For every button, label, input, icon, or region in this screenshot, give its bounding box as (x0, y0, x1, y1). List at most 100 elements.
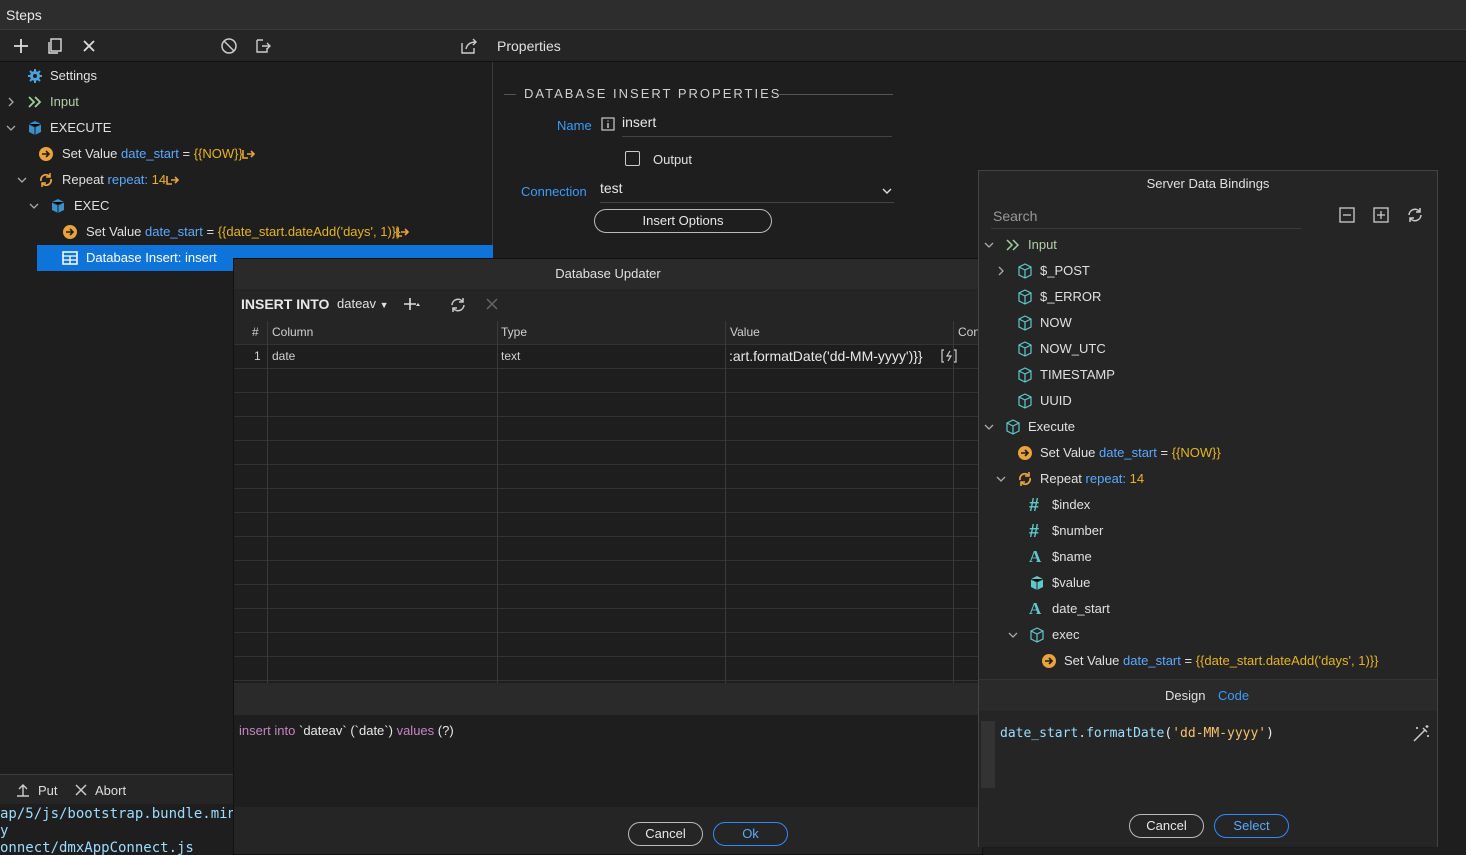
expression-editor[interactable]: date_start.formatDate('dd-MM-yyyy') (1000, 726, 1274, 741)
expand-all-icon[interactable] (1372, 206, 1390, 224)
table-row (234, 465, 984, 489)
chevron-down-icon[interactable] (17, 175, 27, 185)
binding-label: exec (1052, 627, 1080, 642)
ok-button[interactable]: Ok (713, 822, 788, 846)
close-icon[interactable] (74, 783, 88, 797)
tree-item-input[interactable]: Input (0, 89, 493, 115)
dialog-title: Database Updater (234, 259, 982, 289)
dynamic-data-icon[interactable] (941, 348, 957, 364)
object-icon (1017, 341, 1033, 357)
binding-uuid[interactable]: UUID (979, 388, 1437, 414)
select-button[interactable]: Select (1214, 814, 1289, 838)
binding-value[interactable]: $value (979, 570, 1437, 596)
binding-timestamp[interactable]: TIMESTAMP (979, 362, 1437, 388)
name-input[interactable]: insert (622, 114, 892, 137)
table-row (234, 561, 984, 585)
add-icon[interactable] (10, 35, 32, 57)
disable-icon[interactable] (218, 35, 240, 57)
abort-button[interactable]: Abort (95, 783, 126, 798)
tree-item-repeat[interactable]: Repeat repeat: 14 (0, 167, 493, 193)
binding-repeat[interactable]: Repeat repeat: 14 (979, 466, 1437, 492)
table-row (234, 513, 984, 537)
binding-label: NOW (1040, 315, 1072, 330)
tree-label-exec: EXEC (74, 198, 110, 213)
delete-icon[interactable] (485, 297, 499, 311)
tree-item-setvalue-2[interactable]: Set Value date_start = {{date_start.date… (0, 219, 493, 245)
chevron-down-icon[interactable] (6, 123, 16, 133)
hash-icon: # (1029, 495, 1040, 515)
chevron-right-icon[interactable] (6, 97, 16, 107)
close-icon[interactable] (78, 35, 100, 57)
cancel-button[interactable]: Cancel (1129, 814, 1204, 838)
connection-value: test (600, 180, 623, 196)
add-column-icon[interactable] (403, 296, 421, 314)
grid-divider (953, 321, 954, 683)
object-icon (1029, 575, 1045, 591)
tab-design[interactable]: Design (1165, 688, 1205, 703)
cancel-button[interactable]: Cancel (628, 822, 703, 846)
binding-number[interactable]: # $number (979, 518, 1437, 544)
binding-now[interactable]: NOW (979, 310, 1437, 336)
bottom-toolbar: Put Abort (0, 774, 233, 804)
binding-execute[interactable]: Execute (979, 414, 1437, 440)
binding-post[interactable]: $_POST (979, 258, 1437, 284)
binding-exec[interactable]: exec (979, 622, 1437, 648)
binding-label: $number (1052, 523, 1104, 538)
tree-item-setvalue-1[interactable]: Set Value date_start = {{NOW}} (0, 141, 493, 167)
insert-options-button[interactable]: Insert Options (594, 209, 772, 233)
binding-name[interactable]: A $name (979, 544, 1437, 570)
output-checkbox[interactable] (625, 151, 640, 166)
connection-select[interactable]: test (600, 180, 894, 203)
upload-icon[interactable] (16, 783, 30, 797)
chevron-down-icon[interactable] (29, 201, 39, 211)
tree-label-repeat: Repeat repeat: 14 (62, 172, 167, 187)
table-row (234, 489, 984, 513)
collapse-all-icon[interactable] (1338, 206, 1356, 224)
output-arrow-icon (396, 225, 412, 241)
refresh-icon[interactable] (1405, 205, 1425, 225)
binding-label: TIMESTAMP (1040, 367, 1115, 382)
grid-divider (497, 321, 498, 683)
tree-item-settings[interactable]: Settings (0, 63, 493, 89)
row-column: date (272, 349, 296, 363)
setvalue-icon (1017, 445, 1033, 461)
row-value[interactable]: :art.formatDate('dd-MM-yyyy')}} (729, 348, 944, 364)
search-input[interactable]: Search (991, 203, 1301, 229)
row-index: 1 (254, 349, 261, 363)
chevron-down-icon[interactable] (984, 422, 994, 432)
binding-setvalue-2[interactable]: Set Value date_start = {{date_start.date… (979, 648, 1437, 674)
binding-input[interactable]: Input (979, 232, 1437, 258)
box-icon (50, 198, 66, 214)
binding-label: date_start (1052, 601, 1110, 616)
chevron-down-icon[interactable] (1008, 630, 1018, 640)
put-button[interactable]: Put (38, 783, 58, 798)
chevron-down-icon[interactable] (996, 474, 1006, 484)
copy-icon[interactable] (44, 35, 66, 57)
tab-code[interactable]: Code (1218, 688, 1249, 703)
table-row (234, 537, 984, 561)
refresh-icon[interactable] (448, 295, 468, 315)
binding-label: $index (1052, 497, 1091, 512)
tree-item-execute[interactable]: EXECUTE (0, 115, 493, 141)
export-icon[interactable] (252, 35, 274, 57)
binding-index[interactable]: # $index (979, 492, 1437, 518)
chevron-down-icon[interactable] (984, 240, 994, 250)
share-icon[interactable] (458, 35, 480, 57)
table-row (234, 585, 984, 609)
chevron-right-icon[interactable] (996, 266, 1006, 276)
steps-titlebar: Steps (0, 0, 1466, 30)
binding-now-utc[interactable]: NOW_UTC (979, 336, 1437, 362)
tree-item-exec[interactable]: EXEC (0, 193, 493, 219)
binding-error[interactable]: $_ERROR (979, 284, 1437, 310)
text-icon: A (1029, 547, 1042, 566)
chevron-down-icon (882, 186, 892, 196)
output-label: Output (653, 152, 693, 167)
code-line: ap/5/js/bootstrap.bundle.min.j (0, 806, 233, 822)
setvalue-icon (38, 146, 54, 162)
binding-date-start[interactable]: A date_start (979, 596, 1437, 622)
table-row[interactable]: 1 date text :art.formatDate('dd-MM-yyyy'… (234, 345, 984, 369)
grid-footer (234, 683, 984, 715)
magic-wand-icon[interactable] (1411, 724, 1431, 744)
table-select[interactable]: dateav ▼ (337, 296, 389, 311)
binding-setvalue-1[interactable]: Set Value date_start = {{NOW}} (979, 440, 1437, 466)
